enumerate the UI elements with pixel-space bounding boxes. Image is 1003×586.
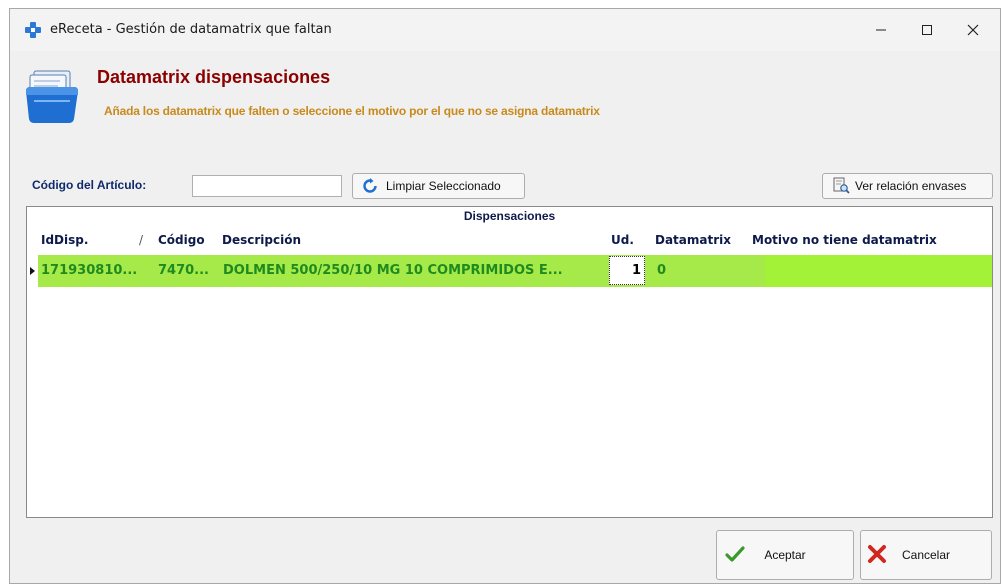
cancel-label: Cancelar	[901, 548, 951, 562]
title-bar: eReceta - Gestión de datamatrix que falt…	[10, 9, 1000, 51]
window-title: eReceta - Gestión de datamatrix que falt…	[50, 22, 332, 37]
column-header-ud[interactable]: Ud.	[611, 233, 634, 251]
cell-motivo[interactable]	[752, 255, 982, 287]
close-button[interactable]	[950, 9, 996, 51]
medical-cross-icon	[25, 22, 41, 38]
cancel-button[interactable]: Cancelar	[860, 530, 992, 580]
column-header-iddisp[interactable]: IdDisp.	[41, 233, 88, 251]
column-header-codigo[interactable]: Código	[158, 233, 205, 251]
dispensations-grid[interactable]: Dispensaciones IdDisp. / Código Descripc…	[26, 206, 993, 518]
sort-indicator-icon: /	[139, 233, 144, 247]
column-header-descripcion[interactable]: Descripción	[222, 233, 301, 251]
clear-selected-label: Limpiar Seleccionado	[386, 179, 501, 193]
dialog-window: eReceta - Gestión de datamatrix que falt…	[9, 8, 1001, 584]
minimize-icon	[876, 29, 886, 31]
checkmark-icon	[725, 546, 745, 562]
article-code-input[interactable]	[192, 175, 342, 197]
folder-cards-icon	[26, 70, 78, 123]
column-header-datamatrix[interactable]: Datamatrix	[655, 233, 731, 251]
accept-button[interactable]: Aceptar	[716, 530, 854, 580]
cancel-x-icon	[868, 545, 886, 563]
cell-ud[interactable]: 1	[609, 256, 645, 285]
grid-band-title: Dispensaciones	[463, 209, 556, 223]
minimize-button[interactable]	[858, 9, 904, 51]
cell-datamatrix[interactable]: 0	[657, 255, 747, 287]
table-row[interactable]: 171930810... 7470... DOLMEN 500/250/10 M…	[27, 255, 992, 287]
cell-codigo[interactable]: 7470...	[158, 255, 218, 287]
view-packages-button[interactable]: Ver relación envases	[822, 173, 993, 199]
cell-iddisp[interactable]: 171930810...	[41, 255, 153, 287]
refresh-icon	[363, 178, 377, 193]
accept-label: Aceptar	[764, 548, 806, 562]
view-packages-label: Ver relación envases	[855, 179, 967, 193]
column-header-motivo[interactable]: Motivo no tiene datamatrix	[752, 233, 937, 251]
article-code-label: Código del Artículo:	[32, 178, 147, 192]
cell-descripcion[interactable]: DOLMEN 500/250/10 MG 10 COMPRIMIDOS E...	[223, 255, 607, 287]
maximize-icon	[922, 25, 932, 35]
clear-selected-button[interactable]: Limpiar Seleccionado	[352, 173, 525, 199]
page-title: Datamatrix dispensaciones	[97, 67, 331, 87]
document-search-icon	[833, 177, 850, 194]
close-icon	[967, 24, 979, 36]
current-row-indicator-icon	[30, 267, 35, 275]
page-subtitle: Añada los datamatrix que falten o selecc…	[104, 104, 600, 118]
maximize-button[interactable]	[904, 9, 950, 51]
